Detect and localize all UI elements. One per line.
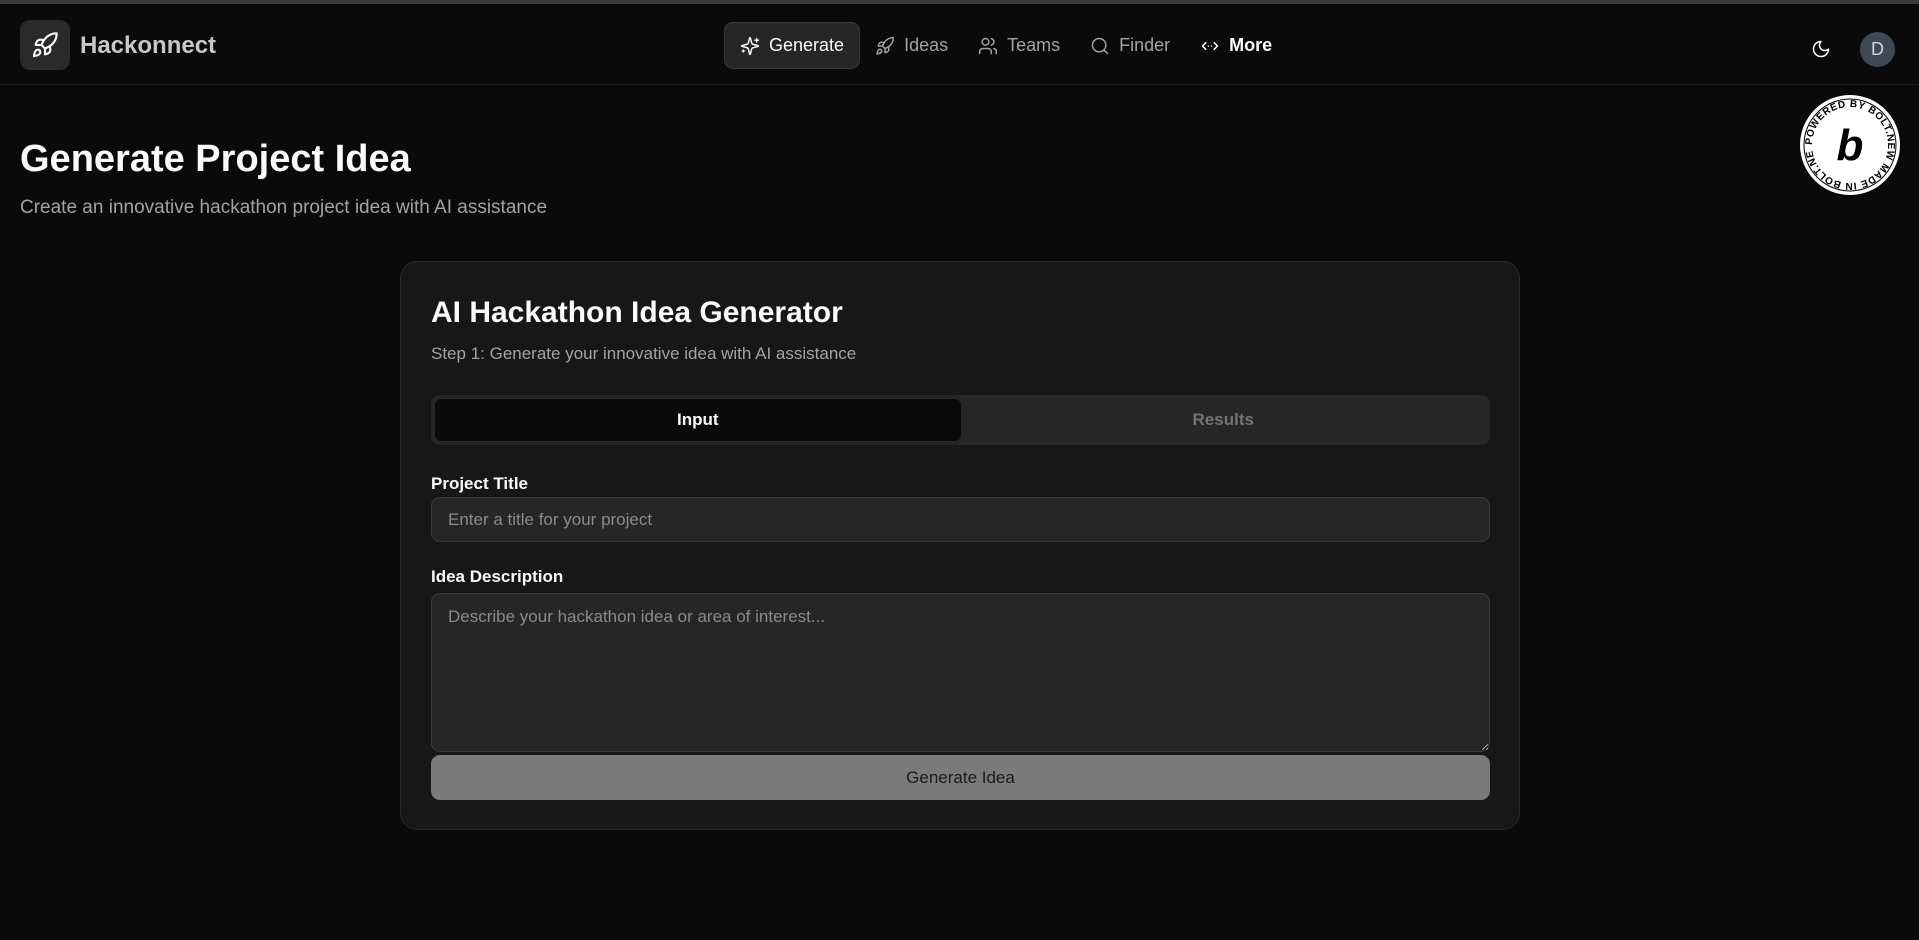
rocket-icon [32, 32, 58, 58]
users-icon [979, 37, 998, 54]
idea-generator-card: AI Hackathon Idea Generator Step 1: Gene… [400, 261, 1520, 830]
card-title: AI Hackathon Idea Generator [431, 296, 843, 329]
rocket-icon [876, 36, 895, 55]
theme-toggle-button[interactable] [1806, 34, 1836, 64]
nav-item-ideas[interactable]: Ideas [860, 22, 963, 69]
bolt-badge[interactable]: POWERED BY BOLT.NEW MADE IN BOLT.NEW b [1794, 86, 1901, 196]
user-avatar[interactable]: D [1860, 32, 1895, 67]
tab-input[interactable]: Input [435, 399, 961, 441]
tab-list: Input Results [431, 395, 1490, 445]
nav-item-more[interactable]: More [1185, 22, 1287, 69]
app-name[interactable]: Hackonnect [80, 32, 216, 60]
main-nav: Generate Ideas Teams Finder More [724, 22, 1287, 69]
search-icon [1091, 37, 1109, 54]
nav-item-generate[interactable]: Generate [724, 22, 861, 69]
nav-item-finder[interactable]: Finder [1075, 22, 1185, 69]
nav-item-label: Ideas [904, 35, 949, 55]
sparkles-icon [740, 36, 760, 55]
nav-item-label: Teams [1007, 35, 1061, 55]
idea-description-textarea[interactable] [431, 593, 1490, 752]
idea-description-label: Idea Description [431, 567, 564, 586]
nav-item-teams[interactable]: Teams [963, 22, 1075, 69]
nav-item-label: Finder [1119, 35, 1171, 55]
page-title: Generate Project Idea [20, 138, 411, 180]
generate-idea-button[interactable]: Generate Idea [431, 755, 1490, 800]
code-icon [1201, 41, 1219, 50]
moon-icon [1812, 40, 1830, 58]
tab-results[interactable]: Results [961, 399, 1487, 441]
badge-letter: b [1837, 121, 1864, 170]
project-title-input[interactable] [431, 497, 1490, 542]
page-subtitle: Create an innovative hackathon project i… [20, 197, 548, 218]
app-logo[interactable] [20, 20, 70, 70]
card-subtitle: Step 1: Generate your innovative idea wi… [431, 344, 857, 363]
nav-item-label: More [1229, 35, 1273, 55]
bolt-badge-graphic: POWERED BY BOLT.NEW MADE IN BOLT.NEW b [1794, 86, 1900, 195]
project-title-label: Project Title [431, 474, 528, 493]
nav-item-label: Generate [769, 35, 845, 55]
top-navbar: Hackonnect Generate Ideas Teams Finder M… [0, 4, 1919, 85]
